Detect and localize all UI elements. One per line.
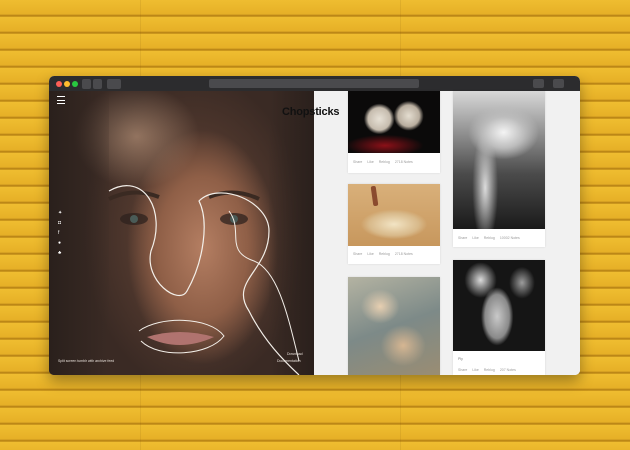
hero-panel: ✦ ◘ f ● ♣ Split screen tumblr with archi…	[49, 91, 314, 375]
share-link[interactable]: Share	[353, 160, 362, 164]
zoom-button[interactable]	[72, 80, 78, 87]
notes-count[interactable]: 207 Notes	[500, 368, 516, 372]
feed-panel: Share Like Reblog 2718 Notes Share Like Reblo…	[314, 91, 580, 375]
download-link[interactable]: Download	[287, 352, 303, 356]
instagram-icon[interactable]: ◘	[58, 220, 61, 226]
site-title[interactable]: Chopsticks	[282, 106, 339, 118]
notes-count[interactable]: 2718 Notes	[395, 252, 413, 256]
share-link[interactable]: Share	[458, 236, 467, 240]
facebook-icon[interactable]: f	[58, 230, 59, 236]
post-card[interactable]: Share Like Reblog 10002 Notes	[453, 91, 545, 247]
post-meta: Share Like Reblog 207 Notes	[458, 368, 521, 372]
notes-count[interactable]: 10002 Notes	[500, 236, 520, 240]
tears-photo[interactable]	[453, 91, 545, 229]
like-link[interactable]: Like	[472, 368, 478, 372]
like-link[interactable]: Like	[367, 160, 373, 164]
sand-arm-photo[interactable]	[348, 184, 440, 246]
close-button[interactable]	[56, 80, 62, 87]
post-card[interactable]	[348, 277, 440, 375]
reblog-link[interactable]: Reblog	[379, 252, 390, 256]
post-card[interactable]: Ply Share Like Reblog 207 Notes	[453, 260, 545, 375]
arm-shape	[370, 185, 379, 207]
minimize-button[interactable]	[64, 80, 70, 87]
share-icon[interactable]	[533, 79, 544, 88]
reblog-link[interactable]: Reblog	[379, 160, 390, 164]
menu-icon[interactable]	[57, 96, 65, 104]
masks-photo[interactable]	[453, 260, 545, 351]
hero-face-illustration	[108, 185, 300, 375]
hero-caption: Split screen tumblr with archive feed	[58, 359, 115, 363]
post-title: Ply	[458, 357, 463, 361]
share-link[interactable]: Share	[458, 368, 467, 372]
like-link[interactable]: Like	[472, 236, 478, 240]
documentation-link[interactable]: Documentation	[277, 359, 301, 363]
post-meta: Share Like Reblog 2718 Notes	[353, 252, 418, 256]
forward-button[interactable]	[93, 78, 102, 89]
post-meta: Share Like Reblog 2718 Notes	[353, 160, 418, 164]
browser-titlebar	[49, 76, 580, 91]
tabs-icon[interactable]	[553, 79, 564, 88]
skulls-photo[interactable]	[348, 91, 440, 153]
notes-count[interactable]: 2718 Notes	[395, 160, 413, 164]
painting-photo[interactable]	[348, 277, 440, 375]
like-link[interactable]: Like	[367, 252, 373, 256]
post-card[interactable]: Share Like Reblog 2718 Notes	[348, 184, 440, 264]
snapchat-icon[interactable]: ♣	[58, 250, 61, 256]
github-icon[interactable]: ●	[58, 240, 61, 246]
back-button[interactable]	[82, 78, 91, 89]
address-bar[interactable]	[209, 79, 419, 88]
reblog-link[interactable]: Reblog	[484, 236, 495, 240]
browser-window: ✦ ◘ f ● ♣ Split screen tumblr with archi…	[49, 76, 580, 375]
sidebar-toggle-icon[interactable]	[107, 78, 121, 89]
reblog-link[interactable]: Reblog	[484, 368, 495, 372]
share-link[interactable]: Share	[353, 252, 362, 256]
twitter-icon[interactable]: ✦	[58, 210, 62, 216]
post-card[interactable]: Share Like Reblog 2718 Notes	[348, 91, 440, 173]
post-meta: Share Like Reblog 10002 Notes	[458, 236, 525, 240]
